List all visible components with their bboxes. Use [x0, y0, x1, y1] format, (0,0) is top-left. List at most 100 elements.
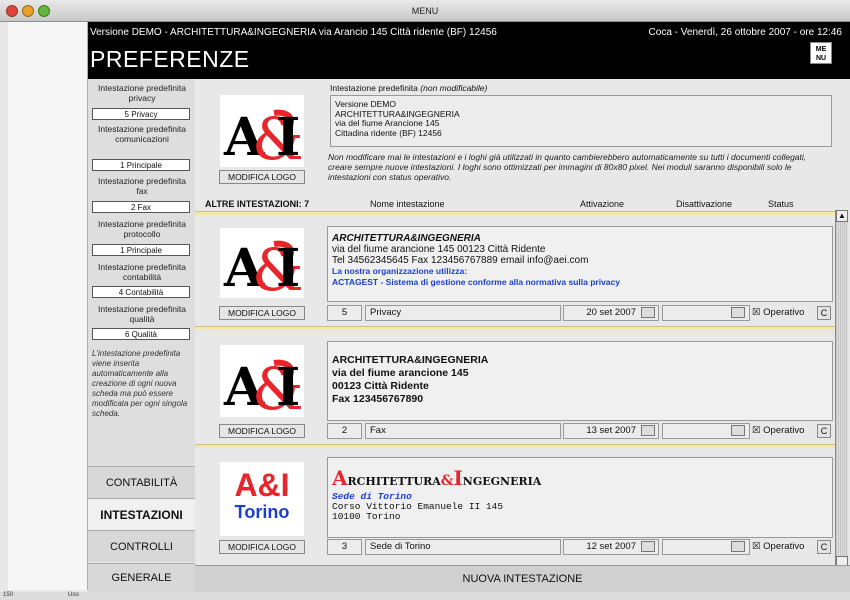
window-titlebar: MENU: [0, 0, 850, 22]
pref-select-protocollo[interactable]: 1 Principale: [92, 244, 190, 256]
row-status-checkbox[interactable]: ☒ Operativo: [752, 307, 804, 318]
row-c-button[interactable]: C: [817, 306, 831, 320]
nav-controlli[interactable]: CONTROLLI: [88, 530, 195, 562]
default-header-box: Versione DEMO ARCHITETTURA&INGEGNERIA vi…: [330, 95, 832, 147]
pref-label-qualita: Intestazione predefinita qualità: [98, 304, 186, 324]
preferences-panel: Intestazione predefinita privacy 5 Priva…: [88, 79, 195, 465]
torino-logo-sub: Torino: [234, 502, 290, 522]
calendar-icon[interactable]: [731, 541, 745, 552]
zoom-level[interactable]: 150: [3, 592, 13, 598]
row-header-line: ARCHITETTURA&INGEGNERIA: [332, 354, 489, 366]
calendar-icon[interactable]: [641, 307, 655, 318]
col-activation-header: Attivazione: [580, 199, 625, 209]
torino-logo-text: A&I: [234, 467, 290, 503]
row-name-field[interactable]: Sede di Torino: [365, 539, 561, 555]
calendar-icon[interactable]: [731, 425, 745, 436]
pref-select-fax[interactable]: 2 Fax: [92, 201, 190, 213]
default-modify-logo-button[interactable]: MODIFICA LOGO: [219, 170, 305, 184]
nav-contabilita[interactable]: CONTABILITÀ: [88, 466, 195, 498]
row-header-line: Tel 34562345645 Fax 123456767889 email i…: [332, 255, 589, 266]
pref-select-contabilita[interactable]: 4 Contabilità: [92, 286, 190, 298]
window-title: MENU: [411, 6, 439, 16]
row-modify-logo-button[interactable]: MODIFICA LOGO: [219, 306, 305, 320]
page-title: PREFERENZE: [90, 46, 250, 72]
pref-select-qualita[interactable]: 6 Qualità: [92, 328, 190, 340]
calendar-icon[interactable]: [641, 541, 655, 552]
calendar-icon[interactable]: [641, 425, 655, 436]
checkbox-checked-icon: ☒: [752, 541, 761, 552]
pref-label-privacy: Intestazione predefinita privacy: [98, 83, 186, 103]
pref-select-comunicazioni[interactable]: 1 Principale: [92, 159, 190, 171]
menu-button[interactable]: ME NU: [810, 42, 832, 64]
ai-logo-icon: A & I: [223, 236, 304, 304]
ai-logo-icon: A & I: [223, 105, 304, 173]
list-scrollbar[interactable]: ▲ ▼: [835, 210, 848, 582]
col-name-header: Nome intestazione: [370, 199, 445, 209]
row-header-line: 00123 Città Ridente: [332, 380, 429, 392]
pref-select-privacy[interactable]: 5 Privacy: [92, 108, 190, 120]
row-header-line: ARCHITETTURA&INGEGNERIA: [332, 233, 481, 244]
calendar-icon[interactable]: [731, 307, 745, 318]
row-header-preview: ARCHITETTURA&INGEGNERIA via del fiume ar…: [327, 226, 833, 302]
row-c-button[interactable]: C: [817, 424, 831, 438]
row-header-line: La nostra organizzazione utilizza:: [332, 266, 468, 276]
default-header-note: Non modificare mai le intestazioni e i l…: [328, 152, 807, 182]
pref-label-comunicazioni: Intestazione predefinita comunicazioni: [98, 124, 186, 144]
row-status-checkbox[interactable]: ☒ Operativo: [752, 541, 804, 552]
row-modify-logo-button[interactable]: MODIFICA LOGO: [219, 540, 305, 554]
ai-logo-icon: A & I: [223, 355, 304, 423]
row-header-preview: ARCHITETTURA&INGEGNERIA via del fiume ar…: [327, 341, 833, 421]
scroll-up-arrow-icon[interactable]: ▲: [836, 210, 848, 222]
row-logo: A & I: [220, 228, 304, 304]
row-header-line: Corso Vittorio Emanuele II 145: [332, 501, 504, 512]
row-header-line: via del fiume arancione 145 00123 Città …: [332, 244, 546, 255]
row-header-line: via del fiume arancione 145: [332, 367, 469, 379]
pref-label-fax: Intestazione predefinita fax: [98, 176, 186, 196]
svg-text:I: I: [276, 357, 300, 417]
default-header-caption-note: (non modificabile): [420, 83, 488, 93]
default-logo: A & I: [220, 95, 304, 173]
row-status-checkbox[interactable]: ☒ Operativo: [752, 425, 804, 436]
row-number: 3: [327, 539, 362, 555]
row-header-line: ARCHITETTURA&INGEGNERIA: [332, 466, 542, 490]
col-deactivation-header: Disattivazione: [676, 199, 733, 209]
checkbox-checked-icon: ☒: [752, 425, 761, 436]
list-title: ALTRE INTESTAZIONI: 7: [205, 199, 310, 209]
default-header-caption-text: Intestazione predefinita: [330, 83, 418, 93]
row-separator: [195, 444, 835, 448]
date-line: Coca - Venerdì, 26 ottobre 2007 - ore 12…: [648, 27, 842, 38]
page-header: Versione DEMO - ARCHITETTURA&INGEGNERIA …: [88, 22, 850, 79]
row-number: 5: [327, 305, 362, 321]
row-name-field[interactable]: Privacy: [365, 305, 561, 321]
status-bar: 150 Uso: [0, 592, 850, 600]
default-header-line-4: Cittadina ridente (BF) 12456: [335, 127, 442, 138]
row-status-label: Operativo: [763, 425, 805, 436]
default-header-caption: Intestazione predefinita (non modificabi…: [330, 83, 487, 93]
pref-label-protocollo: Intestazione predefinita protocollo: [98, 219, 186, 239]
left-gutter: [8, 22, 88, 590]
row-number: 2: [327, 423, 362, 439]
nav-intestazioni[interactable]: INTESTAZIONI: [88, 498, 195, 530]
row-status-label: Operativo: [763, 541, 805, 552]
row-header-line: ACTAGEST - Sistema di gestione conforme …: [332, 277, 620, 287]
pref-label-contabilita: Intestazione predefinita contabilità: [98, 262, 186, 282]
checkbox-checked-icon: ☒: [752, 307, 761, 318]
row-status-label: Operativo: [763, 307, 805, 318]
row-name-field[interactable]: Fax: [365, 423, 561, 439]
row-header-line: 10100 Torino: [332, 511, 401, 522]
svg-text:I: I: [276, 107, 300, 167]
nav-generale[interactable]: GENERALE: [88, 563, 195, 592]
svg-text:I: I: [276, 238, 300, 298]
row-separator: [195, 326, 835, 330]
row-logo: A & I: [220, 345, 304, 423]
col-status-header: Status: [768, 199, 794, 209]
row-c-button[interactable]: C: [817, 540, 831, 554]
row-logo: A&I Torino: [220, 462, 304, 536]
row-separator: [195, 211, 835, 215]
mode-label: Uso: [68, 592, 79, 598]
demo-line: Versione DEMO - ARCHITETTURA&INGEGNERIA …: [90, 27, 497, 38]
row-modify-logo-button[interactable]: MODIFICA LOGO: [219, 424, 305, 438]
pref-note: L'intestazione predefinita viene inserit…: [92, 349, 188, 418]
new-header-button[interactable]: NUOVA INTESTAZIONE: [195, 565, 850, 592]
row-header-line: Fax 123456767890: [332, 393, 424, 405]
